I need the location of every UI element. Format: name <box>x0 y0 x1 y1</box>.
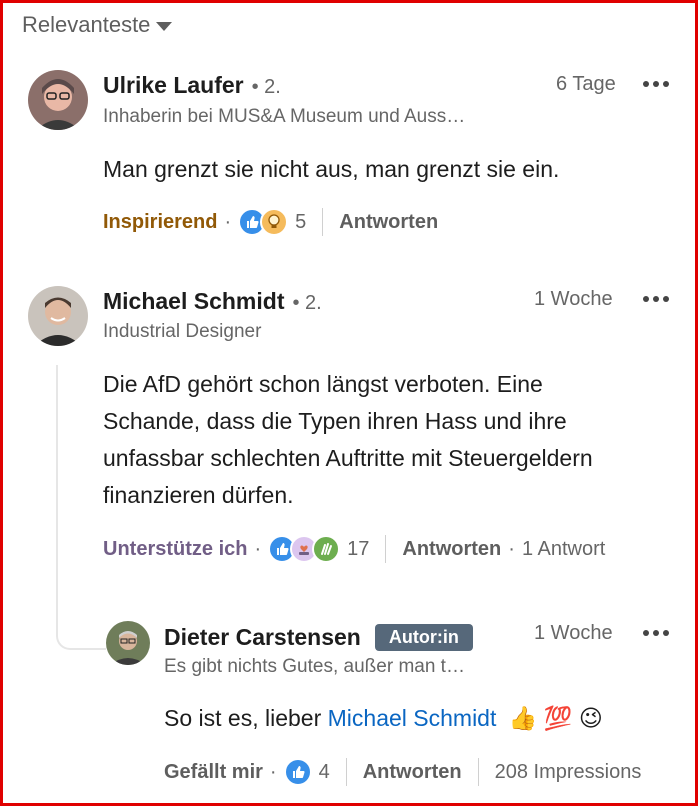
comment-text-line: unfassbar schlechten Auftritte mit Steue… <box>103 445 593 471</box>
divider <box>345 758 347 786</box>
caret-down-icon <box>156 21 173 31</box>
avatar[interactable] <box>106 621 150 665</box>
comment-text-line: finanzieren dürfen. <box>103 482 294 508</box>
comment-text: So ist es, lieber Michael Schmidt 👍 💯 😉 <box>164 700 603 737</box>
comment-text: Die AfD gehört schon längst verboten. Ei… <box>103 366 673 514</box>
divider <box>477 758 479 786</box>
connection-degree: • 2. <box>292 292 322 314</box>
more-options-icon[interactable] <box>643 81 669 87</box>
reply-button[interactable]: Antworten <box>402 538 501 561</box>
more-options-icon[interactable] <box>643 630 669 636</box>
comment-text-line: Die AfD gehört schon längst verboten. Ei… <box>103 371 543 397</box>
author-name[interactable]: Ulrike Laufer <box>103 72 244 99</box>
reaction-count[interactable]: 5 <box>295 211 306 234</box>
like-icon <box>283 758 312 786</box>
reply-button[interactable]: Antworten <box>339 211 438 234</box>
thread-line <box>56 365 58 630</box>
divider <box>322 208 324 236</box>
reaction-button[interactable]: Inspirierend <box>103 211 217 234</box>
reaction-count[interactable]: 4 <box>319 761 330 784</box>
lightbulb-icon <box>260 208 289 236</box>
reply-count[interactable]: 1 Antwort <box>522 538 605 561</box>
author-name[interactable]: Dieter Carstensen <box>164 624 361 651</box>
reaction-count[interactable]: 17 <box>347 538 369 561</box>
avatar[interactable] <box>28 286 88 346</box>
author-headline: Es gibt nichts Gutes, außer man t… <box>164 656 465 677</box>
separator-dot: · <box>224 210 232 233</box>
comment-timestamp: 6 Tage <box>556 73 616 95</box>
separator-dot: · <box>269 760 277 783</box>
comment-timestamp: 1 Woche <box>534 622 613 644</box>
comment-text-line: Schande, dass die Typen ihren Hass und i… <box>103 408 567 434</box>
connection-degree: • 2. <box>251 76 281 98</box>
thread-connector <box>56 630 106 650</box>
reaction-icons[interactable] <box>268 535 341 563</box>
author-headline: Industrial Designer <box>103 321 262 342</box>
divider <box>385 535 387 563</box>
reaction-button[interactable]: Gefällt mir <box>164 761 263 784</box>
avatar[interactable] <box>28 70 88 130</box>
reaction-button[interactable]: Unterstütze ich <box>103 538 247 561</box>
author-name[interactable]: Michael Schmidt <box>103 288 284 315</box>
clap-icon <box>312 535 341 563</box>
impressions-count[interactable]: 208 Impressions <box>495 761 642 784</box>
reaction-icons[interactable] <box>238 208 289 236</box>
author-badge: Autor:in <box>374 624 473 651</box>
comment-text: Man grenzt sie nicht aus, man grenzt sie… <box>103 156 560 182</box>
sort-label: Relevanteste <box>22 12 151 37</box>
comment-text-prefix: So ist es, lieber <box>164 705 328 731</box>
comment-timestamp: 1 Woche <box>534 288 613 310</box>
sort-dropdown[interactable]: Relevanteste <box>22 12 173 38</box>
reply-button[interactable]: Antworten <box>363 761 462 784</box>
author-headline: Inhaberin bei MUS&A Museum und Auss… <box>103 106 466 127</box>
reaction-icons[interactable] <box>283 758 312 786</box>
mention-link[interactable]: Michael Schmidt <box>328 705 497 731</box>
emoji-group: 👍 💯 😉 <box>508 705 603 731</box>
separator-dot: · <box>508 537 515 560</box>
more-options-icon[interactable] <box>643 296 669 302</box>
separator-dot: · <box>254 537 262 560</box>
